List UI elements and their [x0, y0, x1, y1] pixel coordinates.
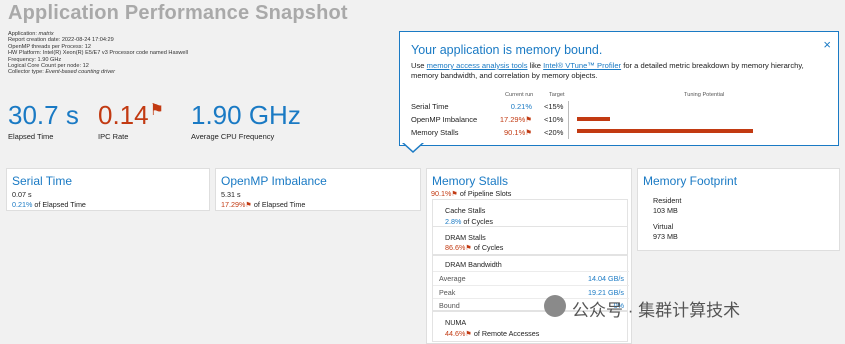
openmp-imbalance-title: OpenMP Imbalance — [221, 174, 327, 188]
virtual-value: 973 MB — [653, 232, 678, 241]
virtual-label: Virtual — [653, 222, 674, 231]
flag-icon: ⚑ — [451, 189, 458, 198]
metric-openmp-imbalance-current: 17.29%⚑ — [499, 115, 532, 124]
openmp-imbalance-card[interactable]: OpenMP Imbalance 5.31 s 17.29%⚑ of Elaps… — [215, 168, 421, 211]
resident-value: 103 MB — [653, 206, 678, 215]
flag-icon: ⚑ — [465, 329, 472, 338]
metric-serial-time: Serial Time — [411, 102, 449, 111]
wechat-icon — [544, 295, 566, 317]
ipc-rate: 0.14⚑ — [98, 100, 164, 131]
memory-stalls-percent: 90.1%⚑ of Pipeline Slots — [431, 189, 512, 198]
flag-icon: ⚑ — [525, 128, 532, 137]
tooltip-description: Use memory access analysis tools like In… — [411, 61, 804, 80]
metric-serial-time-target: <15% — [544, 102, 564, 111]
memory-access-tools-link[interactable]: memory access analysis tools — [427, 61, 528, 70]
openmp-imbalance-percent: 17.29%⚑ of Elapsed Time — [221, 200, 306, 209]
serial-time-title: Serial Time — [12, 174, 73, 188]
dram-stalls-label: DRAM Stalls — [445, 233, 486, 242]
memory-footprint-card[interactable]: Memory Footprint Resident 103 MB Virtual… — [637, 168, 840, 251]
resident-label: Resident — [653, 196, 682, 205]
elapsed-time-value: 30.7 s — [8, 100, 79, 130]
flag-icon: ⚑ — [245, 200, 252, 209]
elapsed-time-label: Elapsed Time — [8, 132, 54, 141]
memory-footprint-title: Memory Footprint — [643, 174, 738, 188]
tooltip-title: Your application is memory bound. — [411, 43, 603, 57]
flag-icon: ⚑ — [465, 243, 472, 252]
column-current-run: Current run — [505, 92, 534, 98]
flag-icon: ⚑ — [525, 115, 532, 124]
vtune-profiler-link[interactable]: Intel® VTune™ Profiler — [543, 61, 621, 70]
numa-value: 44.6%⚑ of Remote Accesses — [445, 329, 540, 338]
metric-memory-stalls-target: <20% — [544, 128, 564, 137]
numa-label: NUMA — [445, 318, 467, 327]
page-title: Application Performance Snapshot — [8, 2, 348, 24]
dram-bandwidth-label: DRAM Bandwidth — [445, 260, 502, 269]
openmp-imbalance-seconds: 5.31 s — [221, 190, 241, 199]
serial-time-seconds: 0.07 s — [12, 190, 32, 199]
cpu-frequency-label: Average CPU Frequency — [191, 132, 275, 141]
serial-time-percent: 0.21% of Elapsed Time — [12, 200, 86, 209]
target-divider — [568, 101, 569, 139]
dram-stalls-panel: DRAM Stalls 86.6%⚑ of Cycles — [432, 226, 628, 255]
memory-bound-tooltip: Your application is memory bound. × Use … — [399, 31, 839, 146]
metric-openmp-imbalance: OpenMP Imbalance — [411, 115, 478, 124]
dram-stalls-value: 86.6%⚑ of Cycles — [445, 243, 504, 252]
metric-serial-time-current: 0.21% — [510, 102, 532, 111]
flag-icon: ⚑ — [149, 102, 164, 119]
cache-stalls-value: 2.8% of Cycles — [445, 217, 493, 226]
metric-memory-stalls: Memory Stalls — [411, 128, 459, 137]
cache-stalls-label: Cache Stalls — [445, 206, 486, 215]
ipc-rate-value: 0.14 — [98, 100, 149, 130]
openmp-imbalance-potential-bar — [577, 117, 610, 121]
metric-memory-stalls-current: 90.1%⚑ — [503, 128, 532, 137]
memory-stalls-potential-bar — [577, 129, 753, 133]
column-tuning-potential: Tuning Potential — [684, 92, 725, 98]
metric-openmp-imbalance-target: <10% — [544, 115, 564, 124]
tooltip-pointer-fill — [403, 142, 423, 151]
cpu-frequency-value: 1.90 GHz — [191, 100, 301, 130]
watermark: 公众号 · 集群计算技术 — [572, 301, 741, 320]
report-metadata: Application: matrix Report creation date… — [8, 31, 189, 76]
ipc-rate-label: IPC Rate — [98, 132, 129, 141]
bandwidth-average-row: Average 14.04 GB/s — [433, 271, 629, 284]
memory-stalls-title: Memory Stalls — [432, 174, 509, 188]
serial-time-card[interactable]: Serial Time 0.07 s 0.21% of Elapsed Time — [6, 168, 210, 211]
column-target: Target — [549, 92, 565, 98]
close-icon[interactable]: × — [823, 37, 831, 52]
